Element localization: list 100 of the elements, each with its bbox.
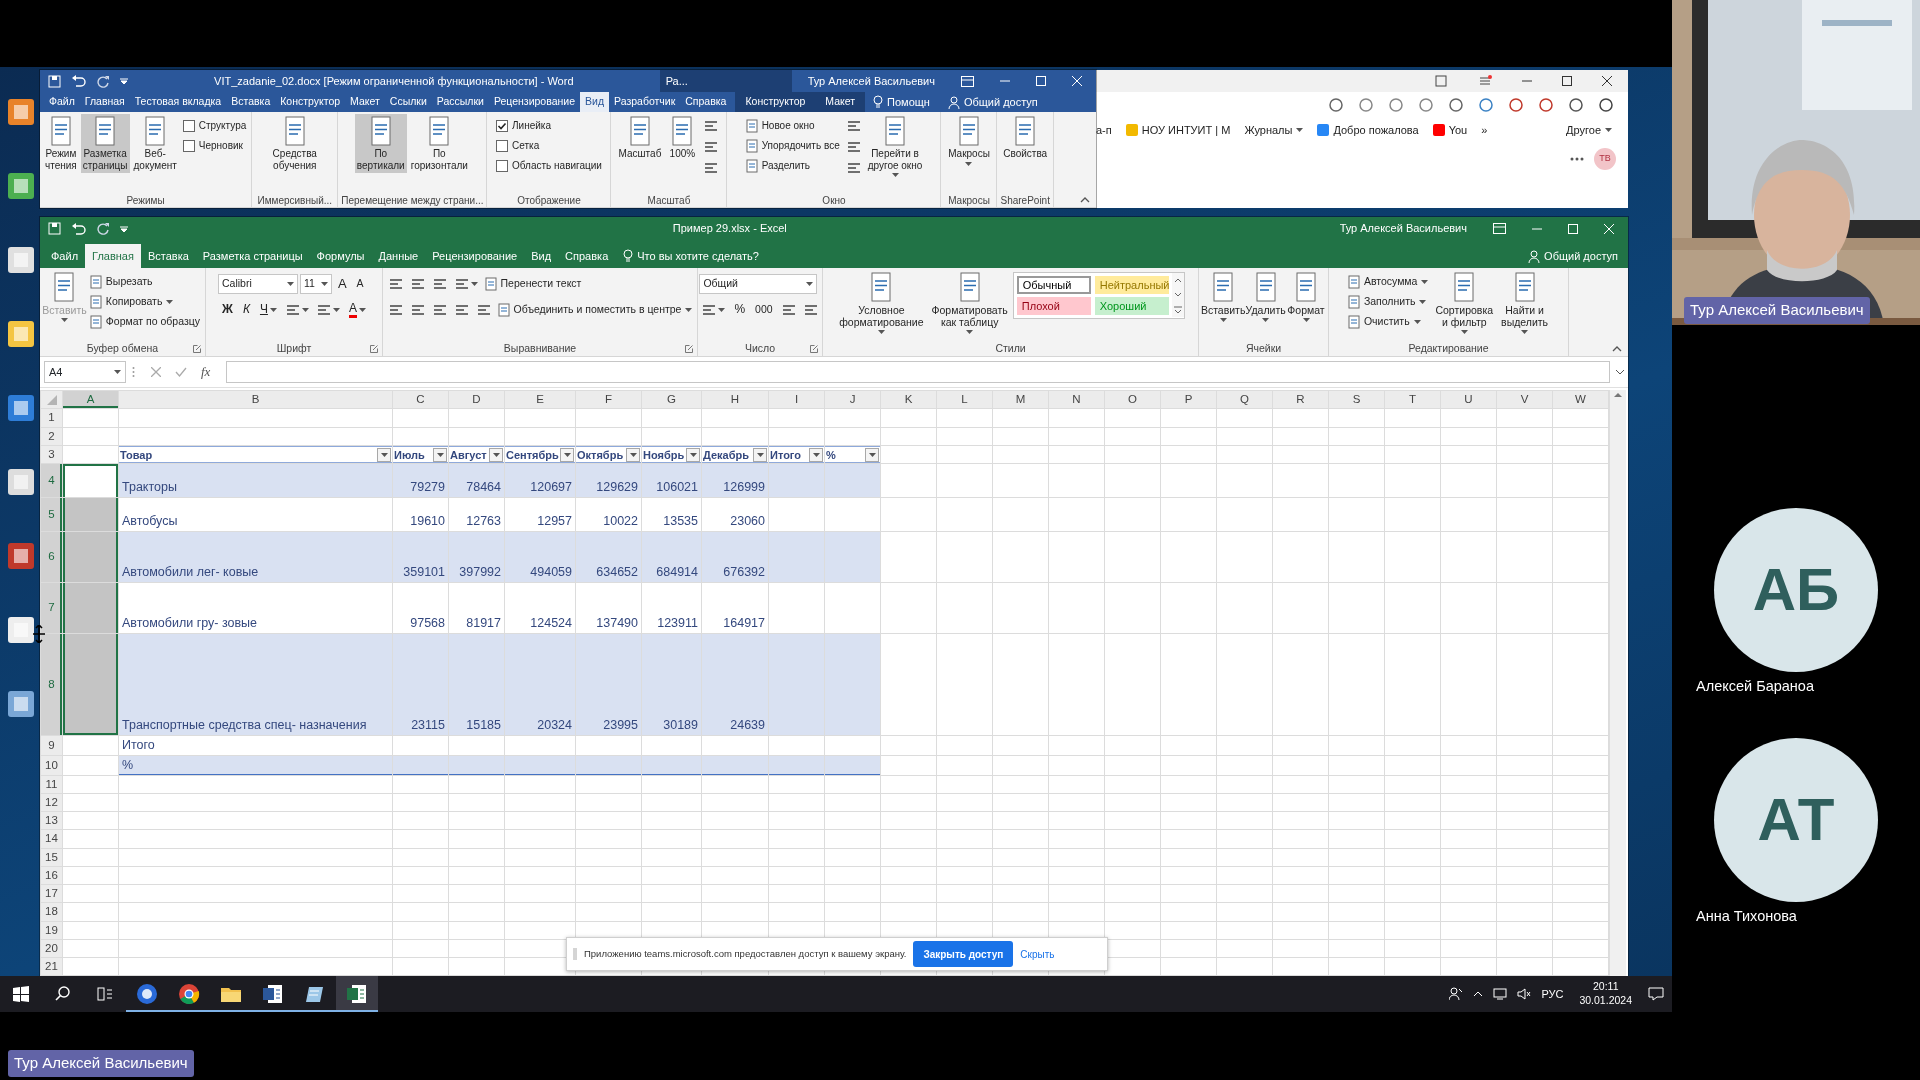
- ribbon-button[interactable]: Разделить: [743, 156, 842, 175]
- chevron-up-icon[interactable]: [1473, 991, 1484, 997]
- filter-button[interactable]: [489, 447, 503, 462]
- column-header[interactable]: M: [992, 390, 1049, 409]
- desktop-icon[interactable]: [6, 97, 36, 127]
- tell-me-button[interactable]: Помощн: [865, 92, 938, 112]
- filter-button[interactable]: [753, 447, 767, 462]
- filter-button[interactable]: [560, 447, 574, 462]
- column-header[interactable]: F: [575, 390, 642, 409]
- ribbon-tab[interactable]: Вставка: [226, 92, 276, 112]
- column-header[interactable]: J: [824, 390, 881, 409]
- launcher-icon[interactable]: [685, 345, 693, 353]
- format-button[interactable]: A: [333, 274, 351, 294]
- ribbon-tab[interactable]: Конструктор: [735, 92, 816, 112]
- ribbon-button[interactable]: Макросы: [946, 114, 992, 168]
- ribbon-button[interactable]: Формат: [1287, 270, 1325, 325]
- format-button[interactable]: %: [730, 300, 750, 320]
- ribbon-button[interactable]: Вырезать: [87, 272, 202, 291]
- column-header[interactable]: D: [448, 390, 505, 409]
- desktop-icon[interactable]: [6, 689, 36, 719]
- format-button[interactable]: A: [352, 274, 368, 294]
- column-header[interactable]: B: [118, 390, 393, 409]
- save-icon[interactable]: [48, 74, 61, 88]
- checkbox[interactable]: Область навигации: [494, 156, 604, 175]
- selected-cell[interactable]: [62, 497, 119, 532]
- redo-icon[interactable]: [97, 74, 110, 88]
- ribbon-tab[interactable]: Файл: [44, 92, 80, 112]
- ribbon-tab[interactable]: Разметка страницы: [195, 244, 310, 268]
- ribbon-tab[interactable]: Макет: [815, 92, 866, 112]
- toolbar-icon[interactable]: [1538, 97, 1554, 113]
- column-header[interactable]: T: [1384, 390, 1441, 409]
- column-header[interactable]: R: [1272, 390, 1329, 409]
- ribbon-button[interactable]: 100%: [665, 114, 700, 162]
- column-header[interactable]: S: [1328, 390, 1385, 409]
- selected-cell[interactable]: [62, 531, 119, 583]
- launcher-icon[interactable]: [810, 345, 818, 353]
- redo-icon[interactable]: [97, 222, 110, 235]
- format-button[interactable]: Ч: [255, 300, 281, 320]
- desktop-icon[interactable]: [6, 467, 36, 497]
- cell-style-button[interactable]: Обычный: [1016, 276, 1091, 294]
- ribbon-button[interactable]: Свойства: [1001, 114, 1050, 162]
- ribbon-tab[interactable]: Ссылки: [384, 92, 432, 112]
- ribbon-button[interactable]: Формат по образцу: [87, 312, 202, 331]
- checkbox-icon[interactable]: [496, 159, 509, 172]
- ribbon-tab[interactable]: Главная: [79, 92, 130, 112]
- format-button[interactable]: A: [344, 300, 370, 320]
- ribbon-tab[interactable]: Макет: [345, 92, 385, 112]
- scroll-up-icon[interactable]: [1614, 392, 1622, 397]
- row-header[interactable]: 10: [40, 755, 63, 775]
- ribbon-tab[interactable]: Разработчик: [609, 92, 681, 112]
- column-header[interactable]: K: [880, 390, 937, 409]
- ribbon-button[interactable]: Разметка страницы: [80, 114, 130, 173]
- share-button[interactable]: Общий доступ: [1518, 244, 1628, 268]
- filter-button[interactable]: [377, 447, 391, 462]
- share-button[interactable]: Общий доступ: [937, 92, 1048, 112]
- column-header[interactable]: W: [1552, 390, 1609, 409]
- column-header[interactable]: H: [701, 390, 769, 409]
- more-bookmarks-button[interactable]: »: [1481, 123, 1488, 137]
- ribbon-button[interactable]: Упорядочить все: [743, 136, 842, 155]
- windows-icon[interactable]: [13, 986, 29, 1002]
- filter-button[interactable]: [686, 447, 700, 462]
- dropdown-field[interactable]: 11: [300, 274, 332, 294]
- column-header[interactable]: E: [504, 390, 576, 409]
- ribbon-button[interactable]: Копировать: [87, 292, 202, 311]
- ribbon-button[interactable]: Новое окно: [743, 116, 842, 135]
- ribbon-button[interactable]: Вставить: [1202, 270, 1245, 325]
- ribbon-display-icon[interactable]: [1493, 223, 1506, 234]
- ribbon-button[interactable]: Условное форматирование: [836, 270, 927, 337]
- ribbon-button[interactable]: Веб- документ: [131, 114, 179, 173]
- column-header[interactable]: U: [1440, 390, 1497, 409]
- toolbar-icon[interactable]: [1568, 97, 1584, 113]
- column-header[interactable]: O: [1104, 390, 1161, 409]
- more-icon[interactable]: [1570, 157, 1584, 161]
- name-box[interactable]: A4: [44, 361, 126, 383]
- ribbon-button[interactable]: Форматировать как таблицу: [928, 270, 1011, 337]
- selected-cell[interactable]: [62, 582, 119, 634]
- ribbon-tab[interactable]: Рассылки: [431, 92, 489, 112]
- search-icon[interactable]: [55, 986, 71, 1002]
- filter-button[interactable]: [626, 447, 640, 462]
- row-header[interactable]: 5: [40, 497, 63, 532]
- column-header[interactable]: I: [768, 390, 825, 409]
- save-icon[interactable]: [48, 222, 61, 235]
- ribbon-button[interactable]: Масштаб: [616, 114, 664, 162]
- ribbon-button[interactable]: Перейти в другое окно: [865, 114, 925, 179]
- format-button[interactable]: Ж: [218, 300, 237, 320]
- column-header[interactable]: N: [1048, 390, 1105, 409]
- ribbon-tab[interactable]: Конструктор: [275, 92, 346, 112]
- input-language[interactable]: РУС: [1541, 985, 1564, 1003]
- insert-function-button[interactable]: fx: [201, 362, 211, 382]
- checkbox[interactable]: Сетка: [494, 136, 604, 155]
- bookmark-folder[interactable]: Другое: [1566, 123, 1628, 137]
- ribbon-button[interactable]: Очистить: [1345, 312, 1431, 331]
- checkbox-icon[interactable]: [496, 139, 509, 152]
- ribbon-button[interactable]: Найти и выделить: [1498, 270, 1552, 337]
- avatar[interactable]: ТВ: [1594, 148, 1616, 170]
- cell-style-button[interactable]: Плохой: [1016, 297, 1091, 315]
- clock-time[interactable]: 20:11: [1592, 980, 1619, 994]
- cell-style-button[interactable]: Нейтральный: [1094, 276, 1169, 294]
- selected-cell[interactable]: [62, 633, 119, 736]
- maximize-icon[interactable]: [1562, 76, 1572, 86]
